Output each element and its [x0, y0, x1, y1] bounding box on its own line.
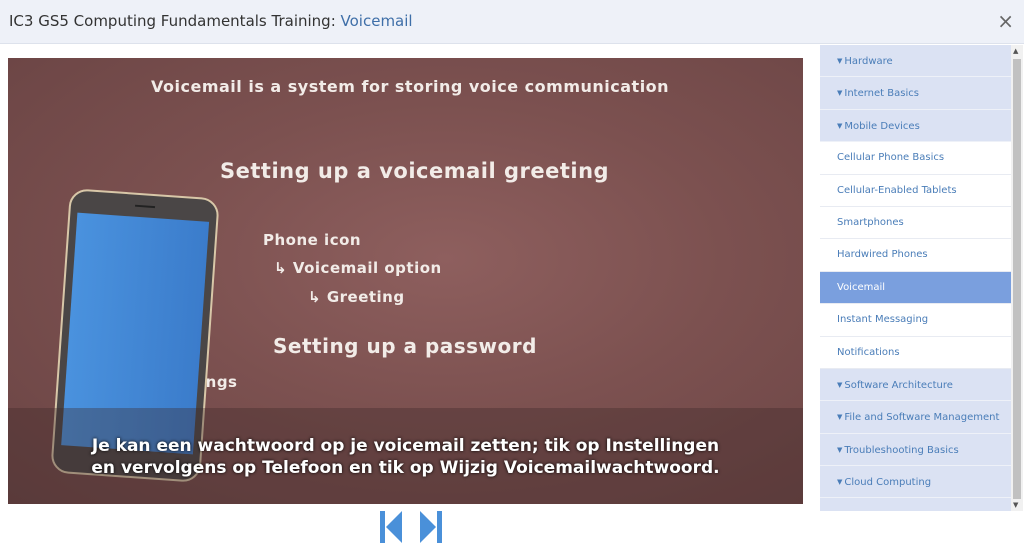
sidebar-item-label: Mobile Devices: [844, 120, 920, 132]
sidebar-item[interactable]: Notifications: [820, 337, 1011, 369]
sidebar-item[interactable]: Cellular Phone Basics: [820, 142, 1011, 175]
caret-down-icon: ▼: [837, 445, 843, 454]
sidebar-item-label: Instant Messaging: [837, 314, 929, 326]
scroll-up-icon[interactable]: ▲: [1013, 47, 1018, 55]
caret-down-icon: ▼: [837, 380, 843, 389]
sidebar-item[interactable]: ▼ Hardware: [820, 45, 1011, 78]
sidebar-item[interactable]: ▼ Troubleshooting Basics: [820, 433, 1011, 467]
lesson-title: Voicemail: [340, 12, 413, 30]
sidebar-item-label: Smartphones: [837, 216, 904, 228]
sidebar-item[interactable]: Instant Messaging: [820, 304, 1011, 337]
caret-down-icon: ▼: [837, 121, 843, 130]
sidebar-item-label: Notifications: [837, 346, 900, 358]
sidebar-item[interactable]: Hardwired Phones: [820, 239, 1011, 272]
subtitle-line-1: Je kan een wachtwoord op je voicemail ze…: [91, 436, 720, 456]
video-heading: Voicemail is a system for storing voice …: [151, 77, 670, 96]
sidebar-item[interactable]: ▼ Software Architecture: [820, 368, 1011, 402]
skip-back-icon[interactable]: [380, 511, 402, 543]
sidebar-item[interactable]: Voicemail: [820, 271, 1011, 305]
sidebar-item-label: Internet Basics: [844, 88, 919, 100]
arrow-icon: ↳: [308, 288, 322, 306]
caret-down-icon: ▼: [837, 413, 843, 422]
dialog-title: IC3 GS5 Computing Fundamentals Training:…: [9, 12, 413, 30]
sidebar-item-label: Cellular-Enabled Tablets: [837, 184, 957, 196]
close-icon[interactable]: ×: [997, 9, 1014, 33]
course-title: IC3 GS5 Computing Fundamentals Training:: [9, 12, 341, 30]
lesson-sidebar: ▼ Hardware ▼ Internet Basics ▼ Mobile Devices…: [820, 45, 1011, 511]
video-phone-icon-text: Phone icon: [263, 231, 362, 249]
sidebar-item-label: File and Software Management: [844, 412, 1000, 424]
subtitle-line-2: en vervolgens op Telefoon en tik op Wijz…: [91, 458, 720, 478]
skip-forward-icon[interactable]: [420, 511, 442, 543]
video-player[interactable]: Voicemail is a system for storing voice …: [8, 58, 803, 504]
sidebar-item[interactable]: ▼ Mobile Devices: [820, 109, 1011, 143]
sidebar-item-label: Hardwired Phones: [837, 249, 928, 261]
sidebar-item[interactable]: Smartphones: [820, 207, 1011, 240]
dialog-header: IC3 GS5 Computing Fundamentals Training:…: [0, 0, 1024, 44]
sidebar-item-label: Voicemail: [837, 281, 886, 293]
sidebar-item-label: Hardware: [844, 56, 893, 67]
sidebar-item[interactable]: ▼ File and Software Management: [820, 401, 1011, 434]
caret-down-icon: ▼: [837, 57, 843, 65]
video-voicemail-option: Voicemail option: [292, 259, 442, 277]
sidebar-scrollbar[interactable]: ▲ ▼: [1011, 45, 1023, 511]
sidebar-item[interactable]: ▼: [820, 498, 1011, 511]
caret-down-icon: ▼: [837, 510, 842, 511]
caret-down-icon: ▼: [837, 89, 843, 98]
sidebar-item[interactable]: ▼ Cloud Computing: [820, 466, 1011, 499]
scroll-down-icon[interactable]: ▼: [1013, 501, 1018, 509]
sidebar-item-label: Cellular Phone Basics: [837, 152, 945, 164]
sidebar-item-label: Troubleshooting Basics: [844, 444, 959, 456]
video-step1: Setting up a voicemail greeting: [220, 159, 610, 183]
arrow-icon: ↳: [274, 259, 288, 277]
caret-down-icon: ▼: [837, 478, 843, 487]
video-greeting: Greeting: [326, 288, 405, 306]
sidebar-item[interactable]: ▼ Internet Basics: [820, 77, 1011, 110]
scrollbar-thumb[interactable]: [1013, 59, 1021, 499]
subtitle-band: [8, 408, 803, 504]
sidebar-item[interactable]: Cellular-Enabled Tablets: [820, 175, 1011, 207]
sidebar-item-label: Cloud Computing: [844, 477, 932, 489]
video-step2: Setting up a password: [273, 334, 537, 358]
sidebar-item-label: Software Architecture: [844, 379, 953, 391]
